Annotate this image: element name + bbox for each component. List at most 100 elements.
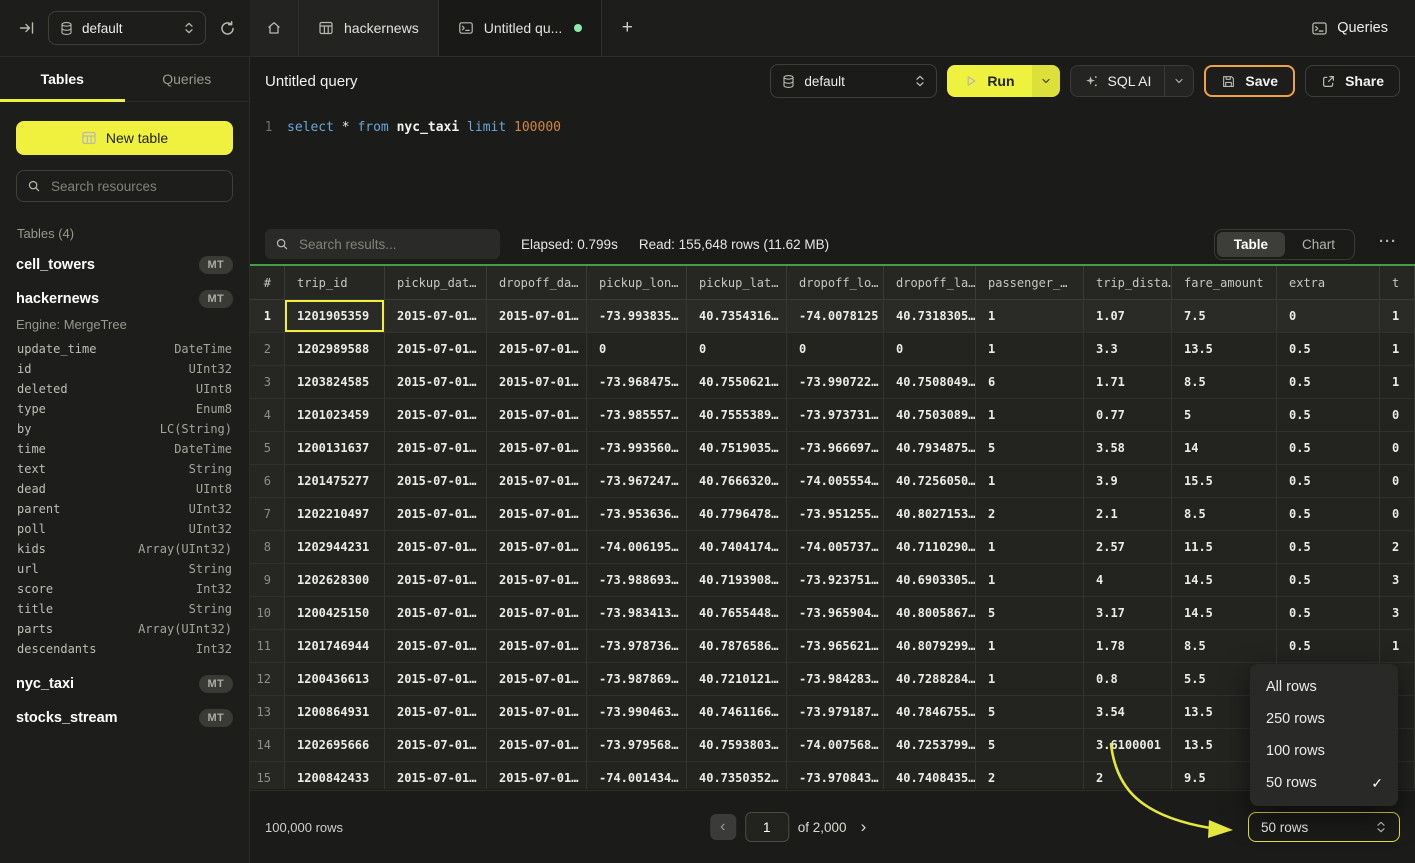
grid-cell[interactable]: 0.5	[1277, 432, 1380, 465]
grid-cell[interactable]: -73.983413…	[587, 597, 687, 630]
column-header[interactable]: fare_amount	[1172, 266, 1277, 300]
grid-cell[interactable]: 40.7288284…	[884, 663, 976, 696]
grid-cell[interactable]: 1200864931	[285, 696, 385, 729]
grid-cell[interactable]: -73.985557…	[587, 399, 687, 432]
grid-cell[interactable]: 5	[976, 696, 1084, 729]
grid-cell[interactable]: 2015-07-01…	[385, 399, 487, 432]
grid-cell[interactable]: -74.005737…	[787, 531, 884, 564]
column-header[interactable]: dropoff_la…	[884, 266, 976, 300]
grid-cell[interactable]: 40.7193908…	[687, 564, 787, 597]
grid-cell[interactable]: 0	[1380, 432, 1415, 465]
share-button[interactable]: Share	[1305, 65, 1400, 97]
column-header[interactable]: trip_dista…	[1084, 266, 1172, 300]
grid-cell[interactable]: -73.979568…	[587, 729, 687, 762]
tab-untitled-query[interactable]: Untitled qu...	[439, 0, 603, 56]
grid-cell[interactable]: 2015-07-01…	[487, 465, 587, 498]
grid-cell[interactable]: -73.968475…	[587, 366, 687, 399]
grid-cell[interactable]: 0	[587, 333, 687, 366]
row-limit-option[interactable]: All rows	[1250, 671, 1398, 703]
grid-cell[interactable]: 1	[976, 564, 1084, 597]
grid-cell[interactable]: 40.7253799…	[884, 729, 976, 762]
grid-cell[interactable]: 5	[1172, 399, 1277, 432]
grid-cell[interactable]: 0.5	[1277, 366, 1380, 399]
grid-cell[interactable]: 2015-07-01…	[385, 597, 487, 630]
grid-cell[interactable]: 2015-07-01…	[385, 333, 487, 366]
grid-cell[interactable]: 2015-07-01…	[487, 432, 587, 465]
grid-cell[interactable]: 1	[976, 333, 1084, 366]
grid-cell[interactable]: 1201475277	[285, 465, 385, 498]
view-toggle-chart[interactable]: Chart	[1285, 232, 1352, 257]
resource-search[interactable]	[16, 170, 233, 202]
grid-cell[interactable]: 3	[1380, 564, 1415, 597]
grid-cell[interactable]: 40.7461166…	[687, 696, 787, 729]
grid-cell[interactable]: 40.7550621…	[687, 366, 787, 399]
grid-cell[interactable]: 14.5	[1172, 564, 1277, 597]
sidebar-item-nyc-taxi[interactable]: nyc_taxi MT	[16, 667, 233, 701]
grid-cell[interactable]: 40.7503089…	[884, 399, 976, 432]
grid-cell[interactable]: 1200842433	[285, 762, 385, 789]
new-tab-button[interactable]: +	[602, 0, 652, 56]
grid-cell[interactable]: 40.7210121…	[687, 663, 787, 696]
column-header[interactable]: pickup_lon…	[587, 266, 687, 300]
grid-cell[interactable]: -73.979187…	[787, 696, 884, 729]
grid-cell[interactable]: 2015-07-01…	[385, 762, 487, 789]
grid-cell[interactable]: -73.966697…	[787, 432, 884, 465]
grid-cell[interactable]: 2	[976, 498, 1084, 531]
grid-cell[interactable]: 2	[1380, 531, 1415, 564]
grid-cell[interactable]: 3.54	[1084, 696, 1172, 729]
grid-cell[interactable]: 1	[1380, 630, 1415, 663]
sidebar-item-cell-towers[interactable]: cell_towers MT	[16, 248, 233, 282]
grid-cell[interactable]: 1202944231	[285, 531, 385, 564]
next-page-button[interactable]: ›	[856, 817, 872, 837]
collapse-sidebar-icon[interactable]	[19, 20, 35, 36]
grid-cell[interactable]: 2015-07-01…	[487, 333, 587, 366]
results-search[interactable]	[265, 229, 500, 259]
grid-cell[interactable]: 2015-07-01…	[487, 366, 587, 399]
grid-cell[interactable]: 40.7318305…	[884, 300, 976, 333]
grid-cell[interactable]: 0.5	[1277, 399, 1380, 432]
grid-cell[interactable]: 3.9	[1084, 465, 1172, 498]
grid-cell[interactable]: 7.5	[1172, 300, 1277, 333]
grid-cell[interactable]: 40.7408435…	[884, 762, 976, 789]
grid-cell[interactable]: 1	[1380, 366, 1415, 399]
sql-editor[interactable]: 1 select * from nyc_taxi limit 100000	[250, 105, 1415, 224]
grid-cell[interactable]: 2015-07-01…	[385, 300, 487, 333]
grid-cell[interactable]: 40.7593803…	[687, 729, 787, 762]
row-limit-option[interactable]: 50 rows✓	[1250, 767, 1398, 799]
tab-home[interactable]	[250, 0, 299, 56]
view-toggle-table[interactable]: Table	[1217, 232, 1285, 257]
grid-cell[interactable]: -73.967247…	[587, 465, 687, 498]
column-header[interactable]: pickup_lat…	[687, 266, 787, 300]
save-button[interactable]: Save	[1204, 65, 1295, 97]
grid-cell[interactable]: 1	[976, 399, 1084, 432]
column-header[interactable]: pickup_dat…	[385, 266, 487, 300]
grid-cell[interactable]: 40.7796478…	[687, 498, 787, 531]
page-number-input[interactable]	[745, 812, 789, 842]
grid-cell[interactable]: 2015-07-01…	[487, 399, 587, 432]
grid-cell[interactable]: 4	[1084, 564, 1172, 597]
column-header[interactable]: extra	[1277, 266, 1380, 300]
grid-cell[interactable]: 1	[976, 663, 1084, 696]
grid-cell[interactable]: 2015-07-01…	[385, 630, 487, 663]
grid-cell[interactable]: 3.17	[1084, 597, 1172, 630]
grid-cell[interactable]: 8.5	[1172, 366, 1277, 399]
grid-cell[interactable]: 8.5	[1172, 630, 1277, 663]
grid-cell[interactable]: 1202628300	[285, 564, 385, 597]
run-button[interactable]: Run	[947, 65, 1031, 97]
results-search-input[interactable]	[297, 236, 490, 253]
grid-cell[interactable]: 40.7110290…	[884, 531, 976, 564]
grid-cell[interactable]: -73.978736…	[587, 630, 687, 663]
grid-cell[interactable]: 14	[1172, 432, 1277, 465]
database-selector[interactable]: default	[48, 11, 206, 45]
grid-cell[interactable]: 0	[884, 333, 976, 366]
grid-cell[interactable]: 0	[1277, 300, 1380, 333]
grid-cell[interactable]: 1	[976, 531, 1084, 564]
sidebar-tab-tables[interactable]: Tables	[0, 57, 125, 101]
grid-cell[interactable]: 40.7508049…	[884, 366, 976, 399]
grid-cell[interactable]: 1203824585	[285, 366, 385, 399]
grid-cell[interactable]: 2015-07-01…	[385, 531, 487, 564]
column-header[interactable]: trip_id	[285, 266, 385, 300]
queries-button[interactable]: Queries	[1301, 0, 1415, 56]
grid-cell[interactable]: -73.951255…	[787, 498, 884, 531]
row-limit-select[interactable]: 50 rows	[1248, 812, 1400, 842]
